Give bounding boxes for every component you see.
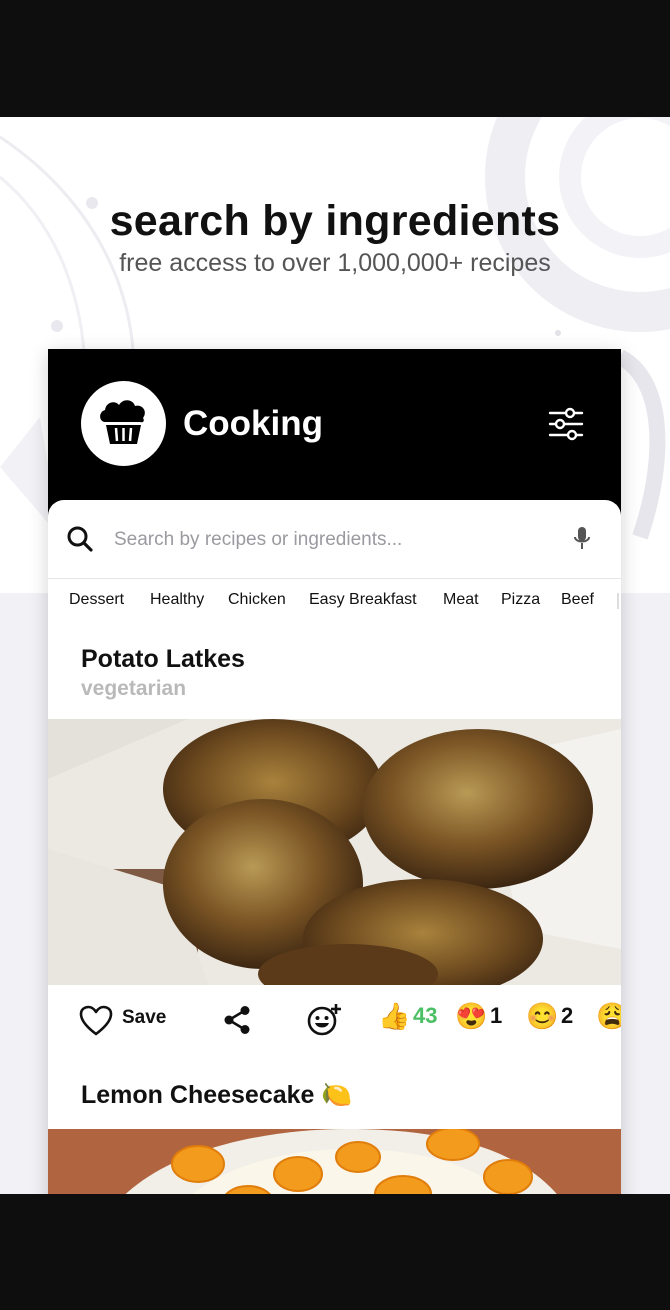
reaction-count-thumbs-up: 43: [413, 1003, 438, 1028]
category-healthy[interactable]: Healthy: [150, 591, 204, 609]
search-input[interactable]: [112, 522, 546, 558]
muffin-icon: [100, 400, 145, 444]
promo-stage: search by ingredients free access to ove…: [0, 117, 670, 1194]
category-chips: Dessert Healthy Chicken Easy Breakfast M…: [48, 579, 621, 625]
heart-eyes-icon[interactable]: 😍: [455, 1001, 487, 1032]
category-easy-breakfast[interactable]: Easy Breakfast: [309, 591, 417, 609]
app-logo[interactable]: [81, 381, 166, 466]
recipe-title-2[interactable]: Lemon Cheesecake 🍋: [81, 1081, 353, 1110]
recipe-photo[interactable]: [48, 719, 621, 985]
category-meat[interactable]: Meat: [443, 591, 479, 609]
magnifier-icon[interactable]: [66, 525, 94, 553]
microphone-icon[interactable]: [572, 526, 592, 552]
top-black-bar: [0, 0, 670, 117]
category-dessert[interactable]: Dessert: [69, 591, 124, 609]
weary-face-icon[interactable]: 😩: [596, 1001, 621, 1032]
cheesecake-photo-illustration: [48, 1129, 621, 1194]
add-reaction-icon[interactable]: [306, 1003, 342, 1037]
category-pizza[interactable]: Pizza: [501, 591, 540, 609]
recipe-title[interactable]: Potato Latkes: [81, 645, 245, 674]
smile-icon[interactable]: 😊: [526, 1001, 558, 1032]
recipe-photo-2[interactable]: [48, 1129, 621, 1194]
promo-headline: search by ingredients: [109, 197, 561, 245]
recipe-action-row: Save 👍 43 😍 1 😊 2 😩: [48, 985, 621, 1055]
promo-subline: free access to over 1,000,000+ recipes: [119, 249, 551, 277]
sliders-icon[interactable]: [548, 407, 584, 441]
latkes-photo-illustration: [48, 719, 621, 985]
reaction-count-smile: 2: [561, 1003, 574, 1028]
category-chicken[interactable]: Chicken: [228, 591, 286, 609]
save-button[interactable]: Save: [122, 1007, 166, 1029]
category-beef[interactable]: Beef: [561, 591, 594, 609]
app-screen: Cooking Search by recipes or ingredients…: [48, 349, 621, 1194]
app-header: Cooking: [48, 349, 621, 519]
thumbs-up-icon[interactable]: 👍: [378, 1001, 410, 1032]
bottom-black-bar: [0, 1194, 670, 1310]
search-bar: [48, 500, 621, 579]
reaction-count-heart-eyes: 1: [490, 1003, 503, 1028]
category-divider: [617, 593, 619, 609]
share-icon[interactable]: [222, 1005, 252, 1035]
recipe-subtitle: vegetarian: [81, 677, 187, 700]
heart-icon[interactable]: [79, 1005, 113, 1036]
app-title: Cooking: [183, 404, 323, 443]
